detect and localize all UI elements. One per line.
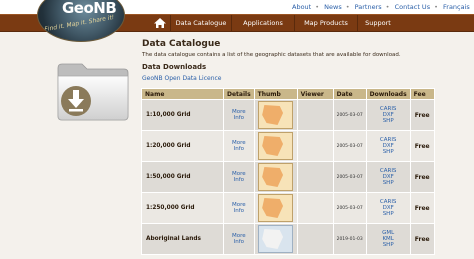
francais-link[interactable]: Français xyxy=(443,3,470,11)
col-downloads: Downloads xyxy=(365,88,411,100)
thumb-cell xyxy=(253,130,298,162)
dataset-name: 1:20,000 Grid xyxy=(141,130,224,162)
nav-data-catalogue[interactable]: Data Catalogue xyxy=(171,15,232,31)
more-info-label: More Info xyxy=(232,140,246,152)
dataset-name: 1:250,000 Grid xyxy=(141,192,224,224)
dataset-date: 2019-01-03 xyxy=(332,223,367,255)
about-link[interactable]: About xyxy=(292,3,311,11)
fee-value: Free xyxy=(409,192,435,224)
page-title: Data Catalogue xyxy=(142,39,221,49)
top-links: About • News • Partners • Contact Us • Franç… xyxy=(292,3,470,11)
nav-map-products[interactable]: Map Products xyxy=(295,15,358,31)
col-fee: Fee xyxy=(409,88,435,100)
viewer-cell xyxy=(296,161,334,193)
downloads-cell: CARIS DXF SHP xyxy=(365,130,411,162)
download-link[interactable]: SHP xyxy=(367,242,410,248)
dataset-date: 2005-03-07 xyxy=(332,130,367,162)
fee-value: Free xyxy=(409,161,435,193)
more-info-label: More Info xyxy=(232,202,246,214)
dataset-date: 2005-03-07 xyxy=(332,161,367,193)
dataset-name: 1:10,000 Grid xyxy=(141,99,224,131)
more-info-link[interactable]: More Info xyxy=(223,223,255,255)
col-name[interactable]: Name xyxy=(141,88,224,100)
news-link[interactable]: News xyxy=(324,3,342,11)
col-date[interactable]: Date xyxy=(332,88,367,100)
map-thumbnail[interactable] xyxy=(258,194,294,222)
map-thumbnail[interactable] xyxy=(258,101,294,129)
downloads-cell: CARIS DXF SHP xyxy=(365,192,411,224)
more-info-link[interactable]: More Info xyxy=(223,192,255,224)
thumb-cell xyxy=(253,99,298,131)
download-link[interactable]: SHP xyxy=(367,211,410,217)
table-row: Aboriginal Lands More Info 2019-01-03 GML KM… xyxy=(141,223,435,255)
table-row: 1:20,000 Grid More Info 2005-03-07 CARIS DXF… xyxy=(141,130,435,162)
thumb-cell xyxy=(253,192,298,224)
download-link[interactable]: SHP xyxy=(367,180,410,186)
more-info-label: More Info xyxy=(232,109,246,121)
download-link[interactable]: SHP xyxy=(367,118,410,124)
col-details: Details xyxy=(223,88,255,100)
viewer-cell xyxy=(296,192,334,224)
home-button[interactable] xyxy=(150,15,171,31)
thumb-cell xyxy=(253,223,298,255)
dataset-name: Aboriginal Lands xyxy=(141,223,224,255)
dataset-date: 2005-03-07 xyxy=(332,99,367,131)
dataset-date: 2005-03-07 xyxy=(332,192,367,224)
fee-value: Free xyxy=(409,99,435,131)
intro-text: The data catalogue contains a list of th… xyxy=(142,52,401,58)
table-header-row: Name Details Thumb Viewer Date Downloads… xyxy=(141,88,435,100)
licence-link[interactable]: GeoNB Open Data Licence xyxy=(142,75,221,82)
downloads-cell: CARIS DXF SHP xyxy=(365,99,411,131)
more-info-label: More Info xyxy=(232,171,246,183)
table-row: 1:250,000 Grid More Info 2005-03-07 CARIS DX… xyxy=(141,192,435,224)
downloads-cell: GML KML SHP xyxy=(365,223,411,255)
nav-support[interactable]: Support xyxy=(358,15,398,31)
download-link[interactable]: SHP xyxy=(367,149,410,155)
fee-value: Free xyxy=(409,130,435,162)
more-info-label: More Info xyxy=(232,233,246,245)
dataset-name: 1:50,000 Grid xyxy=(141,161,224,193)
fee-value: Free xyxy=(409,223,435,255)
map-thumbnail[interactable] xyxy=(258,132,294,160)
nav-applications[interactable]: Applications xyxy=(232,15,295,31)
viewer-cell xyxy=(296,130,334,162)
contact-us-link[interactable]: Contact Us xyxy=(395,3,431,11)
data-catalogue-table: Name Details Thumb Viewer Date Downloads… xyxy=(141,88,435,255)
map-thumbnail[interactable] xyxy=(258,225,294,253)
map-thumbnail[interactable] xyxy=(258,163,294,191)
section-heading: Data Downloads xyxy=(142,63,207,71)
download-folder-icon xyxy=(57,63,129,121)
thumb-cell xyxy=(253,161,298,193)
table-row: 1:10,000 Grid More Info 2005-03-07 CARIS DXF… xyxy=(141,99,435,131)
downloads-cell: CARIS DXF SHP xyxy=(365,161,411,193)
viewer-cell xyxy=(296,223,334,255)
viewer-cell xyxy=(296,99,334,131)
home-icon xyxy=(154,18,166,28)
table-row: 1:50,000 Grid More Info 2005-03-07 CARIS DXF… xyxy=(141,161,435,193)
col-viewer: Viewer xyxy=(296,88,334,100)
col-thumb: Thumb xyxy=(253,88,298,100)
more-info-link[interactable]: More Info xyxy=(223,130,255,162)
partners-link[interactable]: Partners xyxy=(355,3,382,11)
more-info-link[interactable]: More Info xyxy=(223,99,255,131)
more-info-link[interactable]: More Info xyxy=(223,161,255,193)
